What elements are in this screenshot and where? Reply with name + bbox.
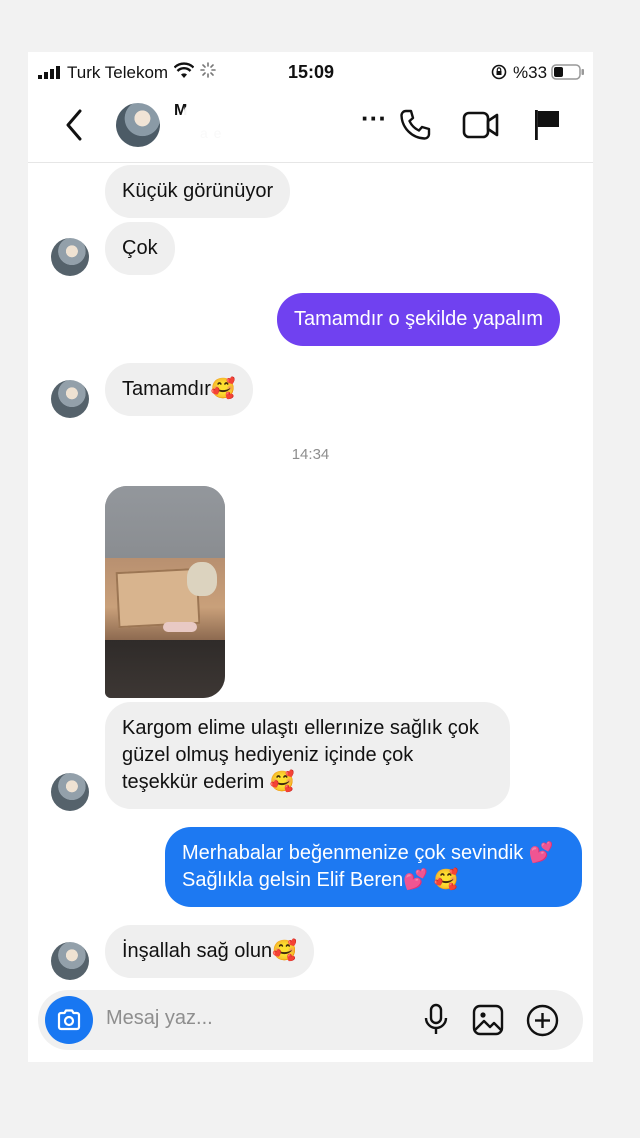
photo-wall: [105, 486, 225, 558]
phone-icon[interactable]: [398, 108, 432, 142]
status-bar: Turk Telekom 15:09 %33: [28, 52, 593, 94]
microphone-icon[interactable]: [422, 1003, 450, 1037]
photo-message[interactable]: [105, 486, 225, 698]
message-input[interactable]: [106, 1007, 386, 1030]
contact-avatar[interactable]: [116, 103, 160, 147]
rotation-lock-icon: [491, 64, 507, 80]
message-bubble-incoming[interactable]: Çok: [105, 222, 175, 275]
sender-avatar[interactable]: [51, 942, 89, 980]
photo-floor: [105, 640, 225, 698]
more-icon[interactable]: ···: [361, 105, 387, 131]
message-composer: [38, 990, 583, 1050]
back-icon[interactable]: [60, 106, 90, 144]
message-bubble-incoming[interactable]: İnşallah sağ olun🥰: [105, 925, 315, 978]
sender-avatar[interactable]: [51, 773, 89, 811]
message-bubble-outgoing[interactable]: Tamamdır o şekilde yapalım: [277, 293, 560, 346]
carrier-name: Turk Telekom: [67, 63, 169, 82]
camera-icon: [57, 1009, 81, 1031]
redaction-blur: [184, 104, 324, 150]
sender-avatar[interactable]: [51, 238, 89, 276]
photo-plush-toy: [187, 562, 217, 596]
message-bubble-incoming[interactable]: Tamamdır🥰: [105, 363, 253, 416]
message-bubble-incoming[interactable]: Küçük görünüyor: [105, 165, 291, 218]
phone-screen: Turk Telekom 15:09 %33 M ··· Küçük görün…: [28, 52, 593, 1062]
gallery-icon[interactable]: [472, 1004, 504, 1036]
battery-icon: [551, 64, 584, 80]
status-time: 15:09: [288, 62, 335, 82]
message-bubble-incoming[interactable]: Kargom elime ulaştı ellerınize sağlık ço…: [105, 702, 510, 809]
chat-header: M a e ···: [28, 94, 593, 163]
wifi-icon: [174, 62, 194, 78]
sender-avatar[interactable]: [51, 380, 89, 418]
photo-ribbon: [163, 622, 197, 632]
camera-button[interactable]: [45, 996, 93, 1044]
message-bubble-outgoing[interactable]: Merhabalar beğenmenize çok sevindik 💕 Sa…: [165, 827, 582, 907]
loading-icon: [200, 62, 216, 78]
flag-icon[interactable]: [531, 108, 563, 142]
signal-icon: [38, 66, 60, 79]
message-timestamp: 14:34: [291, 446, 330, 463]
video-icon[interactable]: [462, 110, 500, 140]
battery-percentage: %33: [513, 63, 548, 82]
plus-icon[interactable]: [526, 1004, 559, 1037]
